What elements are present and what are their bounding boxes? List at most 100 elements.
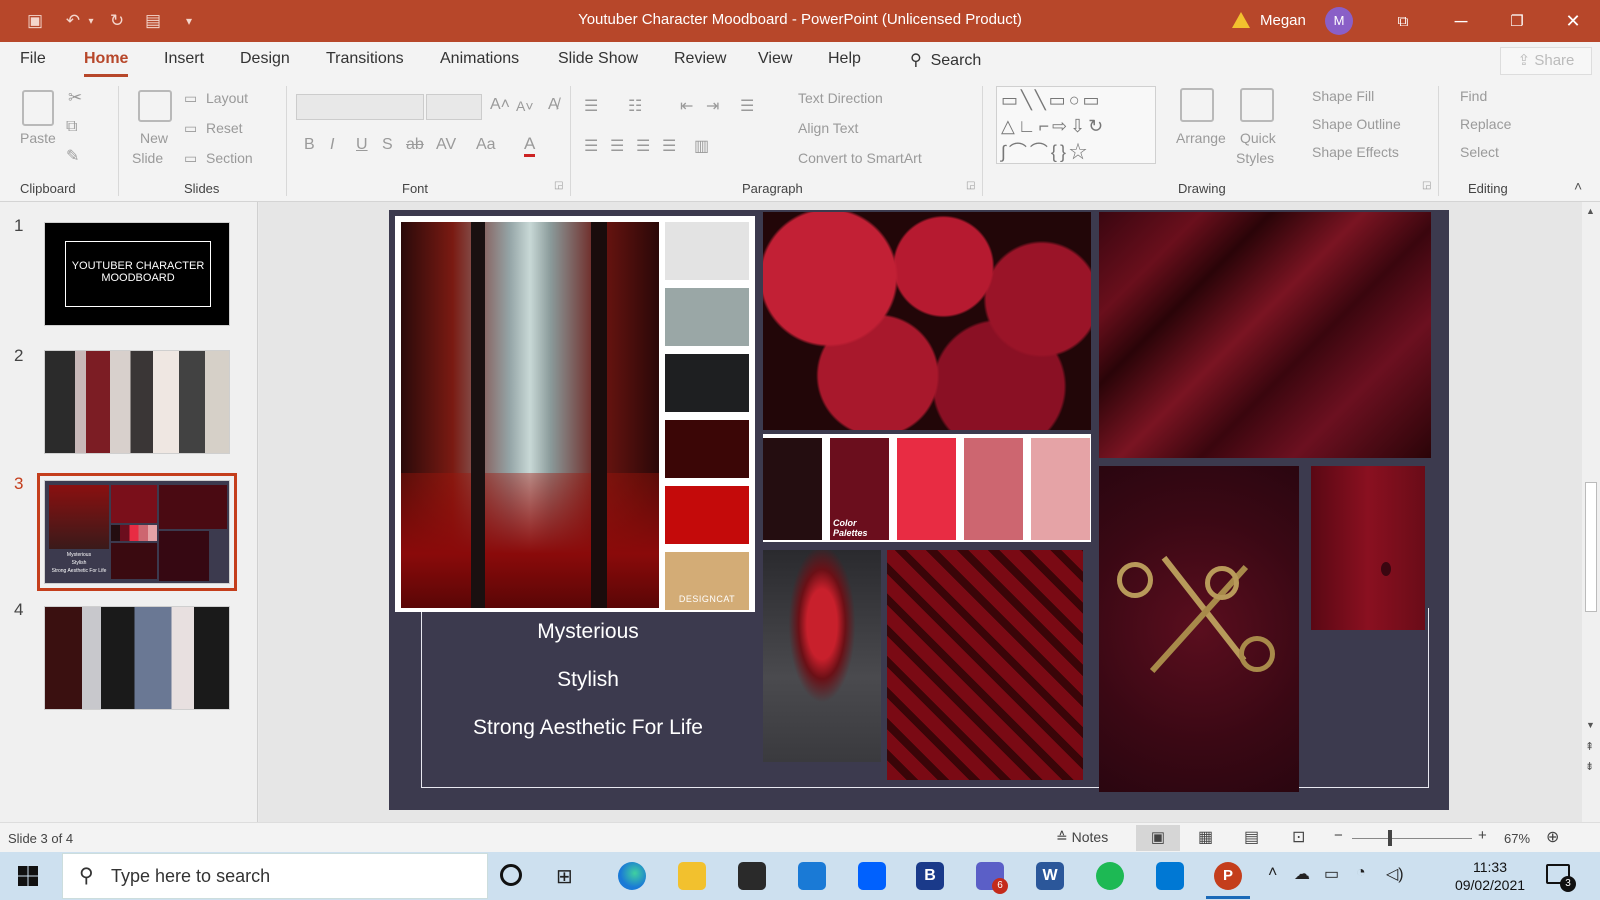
mail-icon[interactable] bbox=[798, 862, 826, 890]
scroll-thumb[interactable] bbox=[1585, 482, 1597, 612]
paste-button[interactable]: Paste bbox=[20, 130, 56, 146]
shrink-font-icon[interactable]: A˅ bbox=[516, 98, 534, 114]
collapse-ribbon-icon[interactable]: ˄ bbox=[1574, 178, 1582, 194]
user-name[interactable]: Megan bbox=[1260, 0, 1306, 42]
replace-button[interactable]: Replace bbox=[1460, 116, 1511, 132]
font-color-button[interactable]: A bbox=[524, 134, 536, 157]
zoom-out-icon[interactable]: − bbox=[1334, 827, 1343, 844]
format-painter-icon[interactable]: ✎ bbox=[66, 146, 79, 166]
red-maple-leaves-image[interactable] bbox=[887, 550, 1083, 780]
clear-format-icon[interactable]: A̸ bbox=[548, 96, 559, 114]
find-button[interactable]: Find bbox=[1460, 88, 1487, 104]
line-spacing-icon[interactable]: ☰ bbox=[740, 96, 754, 116]
present-icon[interactable]: ▤ bbox=[136, 0, 170, 42]
tab-view[interactable]: View bbox=[758, 50, 792, 68]
paste-icon[interactable] bbox=[22, 90, 54, 126]
spotify-icon[interactable] bbox=[1096, 862, 1124, 890]
palette-swatch[interactable] bbox=[665, 354, 749, 412]
zoom-slider[interactable] bbox=[1352, 838, 1472, 839]
text-direction-button[interactable]: Text Direction bbox=[798, 90, 883, 106]
red-forest-image[interactable] bbox=[401, 222, 659, 608]
columns-icon[interactable]: ▥ bbox=[694, 136, 709, 156]
taskbar-search-box[interactable]: ⚲ Type here to search bbox=[62, 853, 488, 899]
slide-thumbnail-3[interactable]: Mysterious Stylish Strong Aesthetic For … bbox=[37, 473, 237, 591]
teams-icon[interactable]: 6 bbox=[976, 862, 1008, 894]
save-icon[interactable]: ▣ bbox=[18, 0, 52, 42]
word-icon[interactable]: W bbox=[1036, 862, 1064, 890]
reading-view-icon[interactable]: ▤ bbox=[1244, 827, 1259, 847]
tab-transitions[interactable]: Transitions bbox=[326, 50, 404, 68]
palette-swatch[interactable] bbox=[665, 420, 749, 478]
align-left-icon[interactable]: ☰ bbox=[584, 136, 598, 156]
palette-swatch[interactable] bbox=[665, 486, 749, 544]
fit-slide-icon[interactable]: ⊕ bbox=[1546, 827, 1559, 847]
tab-file[interactable]: File bbox=[20, 50, 46, 68]
slide-thumbnail-1[interactable]: YOUTUBER CHARACTER MOODBOARD bbox=[44, 222, 230, 326]
drawing-dialog-icon[interactable]: ◲ bbox=[1422, 180, 1431, 191]
copy-icon[interactable]: ⧉ bbox=[66, 118, 77, 136]
decrease-indent-icon[interactable]: ⇤ bbox=[680, 96, 693, 116]
tab-home[interactable]: Home bbox=[84, 50, 129, 77]
reset-button[interactable]: Reset bbox=[206, 120, 243, 136]
mood-word[interactable]: Stylish bbox=[423, 668, 753, 692]
warning-icon[interactable] bbox=[1232, 12, 1250, 28]
tab-slide-show[interactable]: Slide Show bbox=[558, 50, 638, 68]
notification-center-icon[interactable]: 3 bbox=[1546, 864, 1576, 892]
red-plums-image[interactable] bbox=[763, 212, 1091, 430]
shape-outline-button[interactable]: Shape Outline bbox=[1312, 116, 1401, 132]
notes-button[interactable]: ≙ Notes bbox=[1056, 829, 1108, 846]
current-slide[interactable]: DESIGNCAT Color Palettes Mysterious Styl… bbox=[389, 210, 1449, 810]
search-box[interactable]: ⚲ Search bbox=[910, 50, 981, 70]
slide-thumbnail-2[interactable] bbox=[44, 350, 230, 454]
restore-icon[interactable]: ❐ bbox=[1494, 0, 1540, 42]
photos-icon[interactable] bbox=[1156, 862, 1184, 890]
scroll-down-icon[interactable]: ▼ bbox=[1586, 720, 1595, 730]
numbering-icon[interactable]: ☷ bbox=[628, 96, 642, 116]
bold-button[interactable]: B bbox=[304, 136, 315, 154]
palette-swatch[interactable] bbox=[665, 222, 749, 280]
next-slide-icon[interactable]: ⇟ bbox=[1585, 760, 1594, 773]
ribbon-display-icon[interactable]: ⧉ bbox=[1380, 0, 1426, 42]
font-name-box[interactable] bbox=[296, 94, 424, 120]
red-coat-image[interactable] bbox=[1311, 466, 1425, 630]
burning-rose-image[interactable] bbox=[763, 550, 881, 762]
section-button[interactable]: Section bbox=[206, 150, 253, 166]
tab-insert[interactable]: Insert bbox=[164, 50, 204, 68]
prev-slide-icon[interactable]: ⇞ bbox=[1585, 740, 1594, 753]
windows-start-icon[interactable] bbox=[18, 866, 38, 886]
convert-smartart-button[interactable]: Convert to SmartArt bbox=[798, 150, 922, 166]
tab-design[interactable]: Design bbox=[240, 50, 290, 68]
wifi-icon[interactable]: ◔ bbox=[1356, 864, 1366, 882]
battery-icon[interactable]: ▭ bbox=[1324, 864, 1339, 884]
bullets-icon[interactable]: ☰ bbox=[584, 96, 598, 116]
strip-swatch[interactable] bbox=[763, 438, 822, 540]
underline-button[interactable]: U bbox=[356, 136, 368, 154]
new-slide-dropdown[interactable]: Slide bbox=[132, 150, 163, 166]
strikethrough-button[interactable]: ab bbox=[406, 136, 424, 154]
justify-icon[interactable]: ☰ bbox=[662, 136, 676, 156]
strip-swatch[interactable] bbox=[1031, 438, 1090, 540]
volume-icon[interactable]: ◁) bbox=[1386, 864, 1404, 884]
align-text-button[interactable]: Align Text bbox=[798, 120, 858, 136]
powerpoint-icon[interactable]: P bbox=[1214, 862, 1242, 890]
close-icon[interactable]: ✕ bbox=[1550, 0, 1596, 42]
store-icon[interactable] bbox=[738, 862, 766, 890]
b-app-icon[interactable]: B bbox=[916, 862, 944, 890]
system-clock[interactable]: 11:33 09/02/2021 bbox=[1448, 858, 1532, 894]
font-dialog-icon[interactable]: ◲ bbox=[554, 180, 563, 191]
new-slide-icon[interactable] bbox=[138, 90, 172, 122]
select-button[interactable]: Select bbox=[1460, 144, 1499, 160]
task-view-icon[interactable]: ⊞ bbox=[556, 864, 573, 889]
show-hidden-icons[interactable]: ˄ bbox=[1268, 864, 1277, 882]
undo-dropdown-icon[interactable]: ▾ bbox=[84, 0, 98, 42]
zoom-level[interactable]: 67% bbox=[1504, 831, 1530, 846]
align-center-icon[interactable]: ☰ bbox=[610, 136, 624, 156]
tab-help[interactable]: Help bbox=[828, 50, 861, 68]
vertical-scrollbar[interactable]: ▲ ▼ ⇞ ⇟ bbox=[1582, 202, 1600, 822]
edge-icon[interactable] bbox=[618, 862, 646, 890]
change-case-button[interactable]: Aa bbox=[476, 136, 496, 154]
zoom-slider-thumb[interactable] bbox=[1388, 830, 1392, 846]
palette-swatch[interactable] bbox=[665, 288, 749, 346]
slide-thumbnail-4[interactable] bbox=[44, 606, 230, 710]
slide-thumbnails-pane[interactable]: 1 YOUTUBER CHARACTER MOODBOARD 2 3 Myste… bbox=[0, 202, 258, 822]
